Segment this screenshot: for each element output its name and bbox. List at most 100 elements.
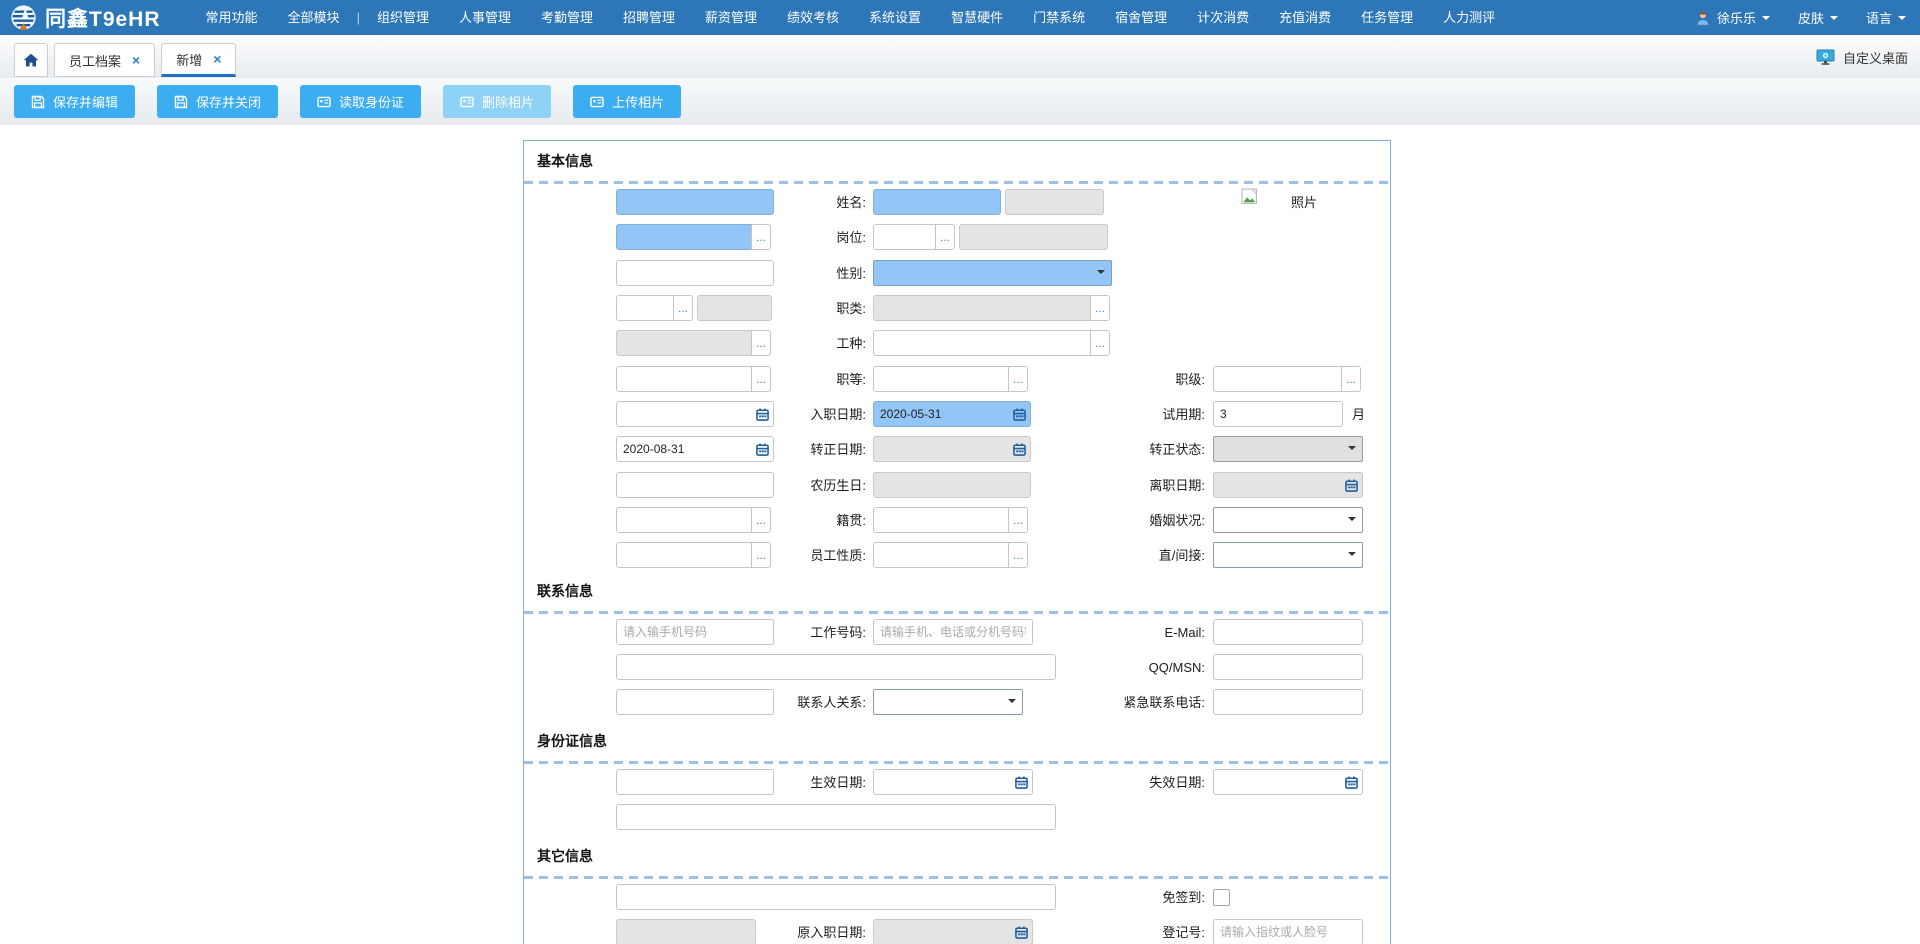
work-type-input[interactable] <box>873 330 1092 356</box>
nav-item-4[interactable]: 人事管理 <box>444 0 526 35</box>
desktop-icon <box>1816 49 1835 66</box>
address-input[interactable] <box>616 654 1056 680</box>
toolbar-button-3[interactable]: 读取身份证 <box>300 85 421 118</box>
nav-item-8[interactable]: 绩效考核 <box>772 0 854 35</box>
old-hire-date-field <box>873 919 1033 944</box>
form-row: 备注:免签到: <box>524 884 1390 911</box>
employee-type-field: ... <box>873 542 1028 569</box>
card-icon <box>460 95 474 109</box>
pre-regular-date-value: 2020-08-31 <box>623 442 684 456</box>
contact-relation-select[interactable] <box>873 689 1023 715</box>
card-icon <box>590 95 604 109</box>
lunar-birthday-field <box>873 472 1031 499</box>
form-row: 出生日期:入职日期:2020-05-31试用期:月 <box>524 401 1390 428</box>
calendar-icon[interactable] <box>1345 479 1358 492</box>
native-place-lookup-button[interactable]: ... <box>1008 507 1028 533</box>
form-row: 学历:...员工性质:...直/间接: <box>524 542 1390 569</box>
emergency-phone-input[interactable] <box>1213 689 1363 715</box>
email-field <box>1213 619 1363 646</box>
calendar-icon[interactable] <box>1013 443 1026 456</box>
expiry-date-label: 失效日期: <box>1035 769 1205 796</box>
employee-type-lookup-button[interactable]: ... <box>1008 542 1028 568</box>
dropdown-arrow-icon <box>1348 552 1356 560</box>
tab-1[interactable]: 员工档案 × <box>54 43 155 77</box>
duty-input[interactable] <box>616 295 675 321</box>
close-icon[interactable]: × <box>213 52 221 66</box>
effective-date-date-input[interactable] <box>873 769 1033 795</box>
nav-item-14[interactable]: 充值消费 <box>1264 0 1346 35</box>
form-row: 身份证号:性别: <box>524 260 1390 287</box>
nav-item-1[interactable]: 常用功能 <box>191 0 273 35</box>
nav-item-7[interactable]: 薪资管理 <box>690 0 772 35</box>
nav-item-5[interactable]: 考勤管理 <box>526 0 608 35</box>
calendar-icon[interactable] <box>1013 408 1026 421</box>
save-icon <box>31 95 45 109</box>
nav-item-3[interactable]: 组织管理 <box>362 0 444 35</box>
regular-date-field <box>873 436 1031 463</box>
qq-msn-input[interactable] <box>1213 654 1363 680</box>
home-tab[interactable] <box>14 43 48 77</box>
work-type-lookup-button[interactable]: ... <box>1090 330 1110 356</box>
language-label: 语言 <box>1866 8 1892 27</box>
card-icon <box>317 95 331 109</box>
skin-label: 皮肤 <box>1798 8 1824 27</box>
close-icon[interactable]: × <box>132 53 140 67</box>
form-row: 计薪方式:...职等:...职级:... <box>524 366 1390 393</box>
save-icon <box>174 95 188 109</box>
native-place-input[interactable] <box>873 507 1010 533</box>
position-label: 岗位: <box>696 224 866 251</box>
lunar-birthday-input <box>873 472 1031 498</box>
expiry-date-date-input[interactable] <box>1213 769 1363 795</box>
work-type-label: 工种: <box>696 330 866 357</box>
nav-item-10[interactable]: 智慧硬件 <box>936 0 1018 35</box>
nav-item-12[interactable]: 宿舍管理 <box>1100 0 1182 35</box>
nav-item-16[interactable]: 人力测评 <box>1428 0 1510 35</box>
language-menu[interactable]: 语言 <box>1866 8 1906 27</box>
job-rank-input[interactable] <box>1213 366 1343 392</box>
tab-2[interactable]: 新增× <box>161 43 236 77</box>
section-divider <box>524 876 1390 879</box>
nav-item-6[interactable]: 招聘管理 <box>608 0 690 35</box>
toolbar-button-1[interactable]: 保存并编辑 <box>14 85 135 118</box>
probation-input[interactable] <box>1213 401 1343 427</box>
job-rank-lookup-button[interactable]: ... <box>1341 366 1361 392</box>
work-phone-input[interactable] <box>873 619 1033 645</box>
email-input[interactable] <box>1213 619 1363 645</box>
nav-item-13[interactable]: 计次消费 <box>1182 0 1264 35</box>
employee-type-input[interactable] <box>873 542 1010 568</box>
contact-relation-field <box>873 689 1023 716</box>
nav-item-15[interactable]: 任务管理 <box>1346 0 1428 35</box>
duty-lookup-button[interactable]: ... <box>673 295 693 321</box>
toolbar: 保存并编辑保存并关闭读取身份证删除相片上传相片 <box>0 78 1920 125</box>
toolbar-button-2[interactable]: 保存并关闭 <box>157 85 278 118</box>
household-address-input[interactable] <box>616 804 1056 830</box>
position-input[interactable] <box>873 224 937 250</box>
user-menu[interactable]: 徐乐乐 <box>1695 8 1770 27</box>
no-sign-in-checkbox[interactable] <box>1213 889 1230 906</box>
remark-input[interactable] <box>616 884 1056 910</box>
name-input[interactable] <box>873 189 1001 215</box>
toolbar-button-5[interactable]: 上传相片 <box>573 85 681 118</box>
form-row: 部门:...岗位:... <box>524 224 1390 251</box>
job-category-lookup-button[interactable]: ... <box>1090 295 1110 321</box>
nav-item-2[interactable]: 全部模块 <box>273 0 355 35</box>
gender-select[interactable] <box>873 260 1112 286</box>
direct-indirect-select[interactable] <box>1213 542 1363 568</box>
custom-desktop-button[interactable]: 自定义桌面 <box>1816 48 1908 67</box>
position-lookup-button[interactable]: ... <box>935 224 955 250</box>
calendar-icon[interactable] <box>1345 776 1358 789</box>
nav-item-11[interactable]: 门禁系统 <box>1018 0 1100 35</box>
registration-no-input[interactable] <box>1213 919 1363 944</box>
nav-item-9[interactable]: 系统设置 <box>854 0 936 35</box>
custom-desktop-label: 自定义桌面 <box>1843 48 1908 67</box>
job-grade-lookup-button[interactable]: ... <box>1008 366 1028 392</box>
user-avatar-icon <box>1695 10 1711 26</box>
job-grade-input[interactable] <box>873 366 1010 392</box>
calendar-icon[interactable] <box>1015 926 1028 939</box>
hire-date-date-input[interactable]: 2020-05-31 <box>873 401 1031 427</box>
user-name: 徐乐乐 <box>1717 8 1756 27</box>
marital-status-select[interactable] <box>1213 507 1363 533</box>
calendar-icon[interactable] <box>1015 776 1028 789</box>
skin-menu[interactable]: 皮肤 <box>1798 8 1838 27</box>
tab-label: 员工档案 <box>69 51 121 70</box>
